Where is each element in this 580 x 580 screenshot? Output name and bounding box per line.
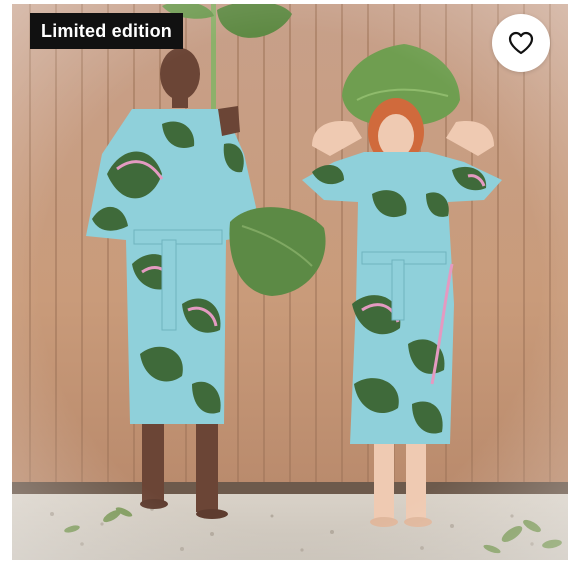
heart-outline-icon — [508, 31, 534, 55]
favorite-button[interactable] — [492, 14, 550, 72]
product-photo-illustration — [12, 4, 568, 560]
limited-edition-badge: Limited edition — [30, 13, 183, 49]
product-card[interactable]: Limited edition — [0, 0, 580, 580]
product-photo[interactable] — [12, 4, 568, 560]
